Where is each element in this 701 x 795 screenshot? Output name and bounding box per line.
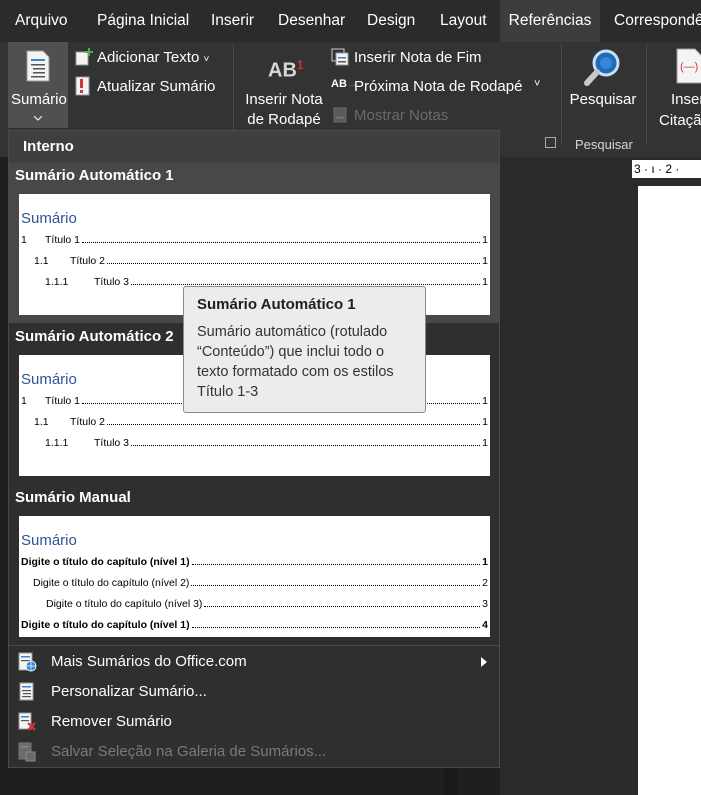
table-of-contents-icon [26,50,50,82]
chevron-down-icon: ˅ [203,54,210,65]
pesquisar-button[interactable]: Pesquisar [566,46,640,128]
preview-row: Digite o título do capítulo (nível 1) 4 [21,619,488,631]
update-toc-icon [75,76,90,96]
show-notes-icon [333,107,347,123]
tab-design[interactable]: Design [367,0,415,42]
adicionar-texto-button[interactable]: Adicionar Texto ˅ [97,49,209,66]
ribbon-separator [646,44,647,144]
footnote-icon-superscript: 1 [296,58,304,72]
proxima-nota-dropdown[interactable]: ˅ [534,78,540,90]
gallery-item-heading: Sumário Automático 2 [15,328,174,345]
gallery-item-manual[interactable]: Sumário Manual Sumário Digite o título d… [9,483,499,643]
document-page[interactable] [638,186,701,795]
preview-row: Digite o título do capítulo (nível 3) 3 [46,598,488,610]
inserir-citacao-label1: Inser [671,91,701,108]
sumario-label: Sumário [11,91,67,108]
svg-text:(—): (—) [680,61,698,73]
ribbon-separator [561,44,562,144]
mostrar-notas-button[interactable]: Mostrar Notas [354,107,448,124]
mais-sumarios-item[interactable]: Mais Sumários do Office.com [9,647,499,677]
tab-inserir[interactable]: Inserir [211,0,254,42]
preview-title: Sumário [21,532,77,549]
preview-row: 1.1.1 Título 31 [45,437,488,449]
endnote-icon [331,48,349,66]
inserir-nota-rodape-button[interactable]: AB1 Inserir Nota de Rodapé [240,50,328,134]
inserir-citacao-label2: Citaçã [659,112,701,129]
menu-divider [9,645,499,646]
preview-title: Sumário [21,371,77,388]
toc-preview: Sumário Digite o título do capítulo (nív… [19,516,490,637]
chevron-right-icon [481,657,487,667]
group-label-pesquisar: Pesquisar [575,137,633,152]
preview-row: 1.1 Título 21 [34,416,488,428]
preview-row: 1.1 Título 21 [34,255,488,267]
scroll-handle[interactable] [444,765,458,795]
toc-dropdown: Interno Sumário Automático 1 Sumário 1 Tí… [8,130,500,768]
pesquisar-label: Pesquisar [569,91,637,108]
adicionar-texto-label: Adicionar Texto [97,49,200,66]
inserir-nota-rodape-label1: Inserir Nota [245,91,323,108]
preview-row: 1 Título 11 [21,234,488,246]
footnotes-dialog-launcher[interactable] [545,137,556,148]
tab-referencias[interactable]: Referências [500,0,600,42]
citation-icon: (—) [676,48,701,84]
preview-row: Digite o título do capítulo (nível 2) 2 [33,577,488,589]
gallery-item-heading: Sumário Manual [15,489,131,506]
search-icon [584,49,620,86]
tab-layout[interactable]: Layout [440,0,487,42]
inserir-nota-fim-button[interactable]: Inserir Nota de Fim [354,49,482,66]
office-online-toc-icon [18,652,37,672]
menu-bar: Arquivo Página Inicial Inserir Desenhar … [0,0,701,42]
footnote-icon: AB1 [268,58,304,83]
mais-sumarios-label: Mais Sumários do Office.com [51,653,247,670]
tab-correspondencias[interactable]: Correspondê [614,0,701,42]
proxima-nota-button[interactable]: Próxima Nota de Rodapé [354,78,522,95]
remover-sumario-item[interactable]: Remover Sumário [9,707,499,737]
personalizar-sumario-item[interactable]: Personalizar Sumário... [9,677,499,707]
salvar-selecao-item[interactable]: Salvar Seleção na Galeria de Sumários... [9,737,499,767]
tab-desenhar[interactable]: Desenhar [278,0,345,42]
remove-toc-icon [18,712,36,731]
inserir-citacao-button[interactable]: (—) Inser Citaçã [655,46,701,132]
ribbon-separator [233,44,234,144]
tooltip-title: Sumário Automático 1 [197,296,356,313]
customize-toc-icon [19,682,34,701]
atualizar-sumario-button[interactable]: Atualizar Sumário [97,78,215,95]
remover-sumario-label: Remover Sumário [51,713,172,730]
salvar-selecao-label: Salvar Seleção na Galeria de Sumários... [51,743,327,760]
tooltip-body: Sumário automático (rotulado “Conteúdo”)… [197,324,394,400]
personalizar-sumario-label: Personalizar Sumário... [51,683,207,700]
gallery-item-heading: Sumário Automático 1 [15,167,174,184]
tab-pagina-inicial[interactable]: Página Inicial [97,0,189,42]
inserir-nota-rodape-label2: de Rodapé [247,111,321,128]
ruler-text: 3 · ı · 2 · [634,162,680,176]
sumario-button[interactable]: Sumário [8,42,68,128]
tab-arquivo[interactable]: Arquivo [15,0,68,42]
chevron-down-icon [34,116,42,121]
preview-row: Digite o título do capítulo (nível 1) 1 [21,556,488,568]
horizontal-ruler[interactable]: 3 · ı · 2 · [632,160,701,178]
footnote-icon-text: AB [268,59,297,82]
preview-title: Sumário [21,210,77,227]
save-to-gallery-icon [18,742,36,762]
section-header-interno: Interno [9,131,499,163]
tooltip: Sumário Automático 1 Sumário automático … [183,286,426,413]
add-text-icon [75,48,93,66]
